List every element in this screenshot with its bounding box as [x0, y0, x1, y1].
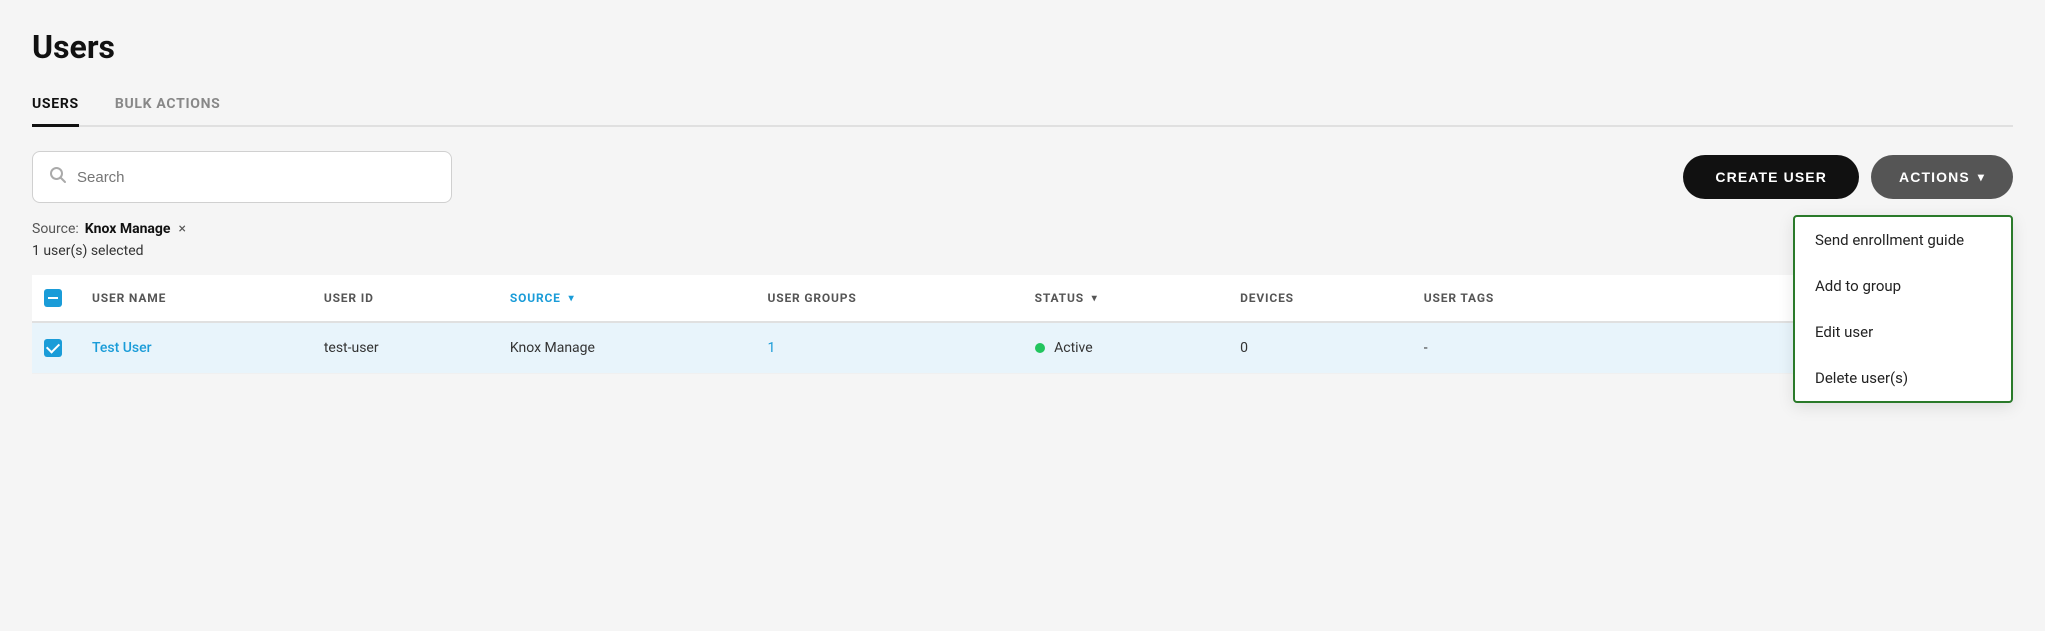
selected-count: 1 user(s) selected — [32, 243, 2013, 259]
search-box — [32, 151, 452, 203]
search-input[interactable] — [77, 169, 435, 186]
usergroup-link[interactable]: 1 — [767, 340, 775, 356]
row-status: Active — [1023, 322, 1229, 374]
page-title: Users — [32, 28, 2013, 66]
source-filter-icon: ▾ — [569, 293, 575, 304]
th-status[interactable]: STATUS ▾ — [1023, 275, 1229, 322]
create-user-button[interactable]: CREATE USER — [1683, 155, 1859, 199]
status-filter-icon: ▾ — [1092, 293, 1098, 304]
row-checkbox[interactable] — [32, 322, 80, 374]
dropdown-item-edit-user[interactable]: Edit user — [1795, 309, 2011, 355]
row-userid: test-user — [312, 322, 498, 374]
user-link[interactable]: Test User — [92, 340, 152, 356]
users-table-wrapper: USER NAME USER ID SOURCE ▾ USER GROUPS S… — [32, 275, 2013, 374]
source-label: Source: — [32, 221, 79, 237]
tab-bulk-actions[interactable]: BULK ACTIONS — [115, 86, 221, 127]
tabs-row: USERS BULK ACTIONS — [32, 84, 2013, 127]
th-devices: DEVICES — [1228, 275, 1412, 322]
actions-button[interactable]: ACTIONS ▾ — [1871, 155, 2013, 199]
users-table: USER NAME USER ID SOURCE ▾ USER GROUPS S… — [32, 275, 2013, 374]
actions-dropdown: Send enrollment guide Add to group Edit … — [1793, 215, 2013, 403]
table-header-row: USER NAME USER ID SOURCE ▾ USER GROUPS S… — [32, 275, 2013, 322]
toolbar-row: CREATE USER ACTIONS ▾ Send enrollment gu… — [32, 151, 2013, 203]
status-dot — [1035, 343, 1045, 353]
source-clear-button[interactable]: × — [179, 221, 186, 237]
dropdown-item-delete-user[interactable]: Delete user(s) — [1795, 355, 2011, 401]
chevron-down-icon: ▾ — [1978, 170, 1985, 184]
th-username: USER NAME — [80, 275, 312, 322]
toolbar-actions: CREATE USER ACTIONS ▾ Send enrollment gu… — [1683, 155, 2013, 199]
select-all-checkbox[interactable] — [44, 289, 62, 307]
table-row: Test User test-user Knox Manage 1 Active… — [32, 322, 2013, 374]
th-checkbox — [32, 275, 80, 322]
row-username: Test User — [80, 322, 312, 374]
row-devices: 0 — [1228, 322, 1412, 374]
tab-users[interactable]: USERS — [32, 86, 79, 127]
th-usergroups: USER GROUPS — [755, 275, 1022, 322]
row-usergroups: 1 — [755, 322, 1022, 374]
row-usertags: - — [1412, 322, 1635, 374]
row-source: Knox Manage — [498, 322, 756, 374]
dropdown-item-send-enrollment[interactable]: Send enrollment guide — [1795, 217, 2011, 263]
source-value: Knox Manage — [85, 221, 171, 237]
search-icon — [49, 166, 67, 189]
th-userid: USER ID — [312, 275, 498, 322]
source-filter-row: Source: Knox Manage × — [32, 221, 2013, 237]
th-source[interactable]: SOURCE ▾ — [498, 275, 756, 322]
dropdown-item-add-to-group[interactable]: Add to group — [1795, 263, 2011, 309]
th-usertags: USER TAGS — [1412, 275, 1635, 322]
row-select-checkbox[interactable] — [44, 339, 62, 357]
